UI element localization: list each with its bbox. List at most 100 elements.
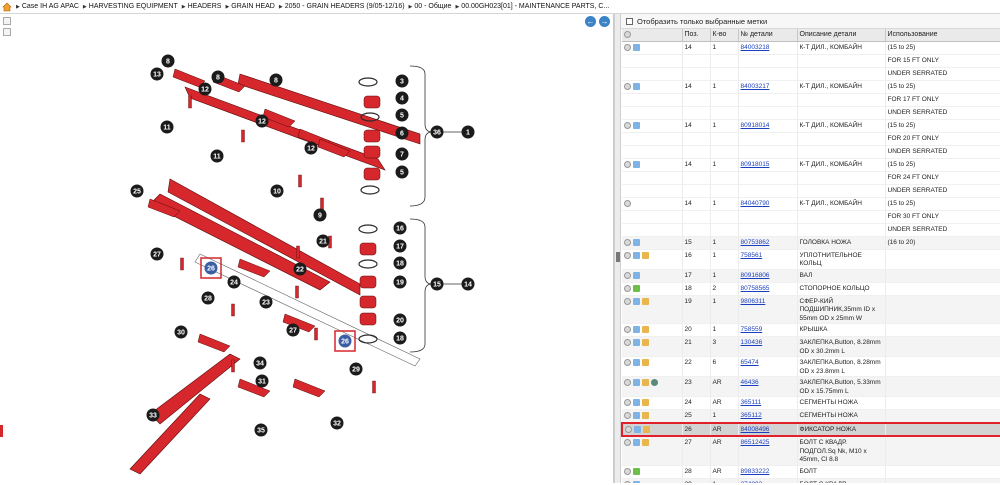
table-row[interactable]: 17 1 80916806 ВАЛ bbox=[622, 269, 1000, 283]
table-row[interactable]: 19 1 9806311 СФЕР-КИЙ ПОДШИПНИК,35mm ID x 5… bbox=[622, 295, 1000, 324]
add-all-icon[interactable] bbox=[624, 30, 631, 38]
table-row[interactable]: 21 3 130436 ЗАКЛЕПКА,Button, 8.28mm OD x 30… bbox=[622, 336, 1000, 357]
swap-icon[interactable] bbox=[633, 82, 640, 90]
callout-marker[interactable]: 5 bbox=[395, 165, 409, 179]
part-number-link[interactable]: 84008496 bbox=[741, 426, 770, 433]
box-icon[interactable] bbox=[642, 251, 649, 259]
breadcrumb-item[interactable]: 00 - Общие bbox=[409, 3, 451, 10]
callout-marker[interactable]: 11 bbox=[160, 120, 174, 134]
callout-marker[interactable]: 13 bbox=[150, 67, 164, 81]
table-row[interactable]: 14 1 84003217 К-Т ДИЛ., КОМБАЙН (15 to 25) bbox=[622, 80, 1000, 94]
plus-icon[interactable] bbox=[624, 271, 631, 279]
part-number-link[interactable]: 80753862 bbox=[741, 239, 770, 246]
callout-marker[interactable]: 18 bbox=[393, 331, 407, 345]
callout-marker[interactable]: 6 bbox=[395, 126, 409, 140]
callout-marker[interactable]: 9 bbox=[313, 208, 327, 222]
callout-marker[interactable]: 8 bbox=[269, 73, 283, 87]
cell-part[interactable]: 86512425 bbox=[738, 436, 798, 466]
plus-icon[interactable] bbox=[624, 326, 631, 333]
col-pos-header[interactable]: Поз. bbox=[682, 29, 711, 42]
callout-marker[interactable]: 1 bbox=[461, 125, 475, 139]
callout-marker[interactable]: 31 bbox=[255, 374, 269, 388]
swap-icon[interactable] bbox=[633, 399, 640, 406]
cell-part[interactable]: 365112 bbox=[738, 409, 798, 423]
part-number-link[interactable]: 758559 bbox=[741, 326, 763, 333]
back-arrow-icon[interactable]: ← bbox=[585, 16, 596, 27]
table-row[interactable]: 291374892БОЛТ С КВАДР. ПОДГОЛ.M10 bbox=[622, 478, 1000, 483]
box-icon[interactable] bbox=[642, 439, 649, 446]
callout-marker[interactable]: 26 bbox=[334, 330, 356, 352]
cell-part[interactable]: 84040790 bbox=[738, 197, 798, 211]
callout-marker[interactable]: 27 bbox=[150, 247, 164, 261]
part-number-link[interactable]: 9806311 bbox=[741, 298, 766, 305]
table-row[interactable]: 23 AR 46436 ЗАКЛЕПКА,Button, 5.33mm OD x 15… bbox=[622, 376, 1000, 397]
callout-marker[interactable]: 29 bbox=[349, 362, 363, 376]
cell-part[interactable]: 758559 bbox=[738, 323, 798, 337]
forward-arrow-icon[interactable]: → bbox=[599, 16, 610, 27]
callout-marker[interactable]: 15 bbox=[430, 277, 444, 291]
table-row[interactable]: 14 1 84003218 К-Т ДИЛ., КОМБАЙН (15 to 25) bbox=[622, 41, 1000, 55]
table-row[interactable]: 15 1 80753862 ГОЛОВКА НОЖА (16 to 20) bbox=[622, 236, 1000, 250]
plus-icon[interactable] bbox=[624, 284, 631, 292]
callout-marker[interactable]: 36 bbox=[430, 125, 444, 139]
part-number-link[interactable]: 84003217 bbox=[741, 83, 770, 90]
box-icon[interactable] bbox=[642, 326, 649, 333]
plus-icon[interactable] bbox=[624, 379, 631, 386]
cell-part[interactable]: 365111 bbox=[738, 396, 798, 410]
part-number-link[interactable]: 80916806 bbox=[741, 272, 770, 279]
callout-marker[interactable]: 7 bbox=[395, 147, 409, 161]
cell-part[interactable]: 84003217 bbox=[738, 80, 798, 94]
cell-part[interactable]: 84003218 bbox=[738, 41, 798, 55]
plus-icon[interactable] bbox=[624, 412, 631, 419]
cell-part[interactable]: 46436 bbox=[738, 376, 798, 397]
callout-marker[interactable]: 21 bbox=[316, 234, 330, 248]
cell-part[interactable]: 80753862 bbox=[738, 236, 798, 250]
exploded-diagram-pane[interactable]: ← → 1 3 4 5 6 7 5 8 8 8 10 11 11 12 12 12 13 14 15 16 17 18 19… bbox=[0, 14, 614, 483]
part-number-link[interactable]: 758561 bbox=[741, 252, 763, 259]
callout-marker[interactable]: 23 bbox=[259, 295, 273, 309]
callout-marker[interactable]: 16 bbox=[393, 221, 407, 235]
callout-marker[interactable]: 5 bbox=[395, 108, 409, 122]
plus-icon[interactable] bbox=[624, 238, 631, 246]
table-row[interactable]: 24 AR 365111 СЕГМЕНТЫ НОЖА bbox=[622, 396, 1000, 410]
callout-marker[interactable]: 17 bbox=[393, 239, 407, 253]
plus-icon[interactable] bbox=[624, 339, 631, 346]
breadcrumb-item[interactable]: HEADERS bbox=[182, 3, 222, 10]
cell-part[interactable]: 130436 bbox=[738, 336, 798, 357]
swap-icon[interactable] bbox=[633, 43, 640, 51]
col-part-header[interactable]: № детали bbox=[738, 29, 798, 42]
plus-icon[interactable] bbox=[624, 467, 631, 475]
swap-icon[interactable] bbox=[633, 339, 640, 346]
part-number-link[interactable]: 89833222 bbox=[741, 468, 770, 475]
part-number-link[interactable]: 130436 bbox=[741, 339, 763, 346]
home-icon[interactable] bbox=[2, 2, 12, 12]
plus-icon[interactable] bbox=[624, 82, 631, 90]
plus-icon[interactable] bbox=[624, 121, 631, 129]
part-number-link[interactable]: 84003218 bbox=[741, 44, 770, 51]
box-icon[interactable] bbox=[642, 339, 649, 346]
box-icon[interactable] bbox=[642, 412, 649, 419]
table-row[interactable]: 27 AR 86512425 БОЛТ С КВАДР. ПОДГОЛ.Sq Nk, … bbox=[622, 436, 1000, 466]
part-number-link[interactable]: 80918015 bbox=[741, 161, 770, 168]
print-icon[interactable] bbox=[3, 28, 11, 36]
arrow-icon[interactable] bbox=[633, 284, 640, 292]
swap-icon[interactable] bbox=[633, 251, 640, 259]
part-number-link[interactable]: 46436 bbox=[741, 379, 759, 386]
cell-part[interactable]: 758561 bbox=[738, 249, 798, 270]
callout-marker[interactable]: 33 bbox=[146, 408, 160, 422]
zoom-fit-icon[interactable] bbox=[3, 17, 11, 25]
table-row[interactable]: 14 1 80918015 К-Т ДИЛ., КОМБАЙН (15 to 25) bbox=[622, 158, 1000, 172]
box-icon[interactable] bbox=[643, 425, 650, 433]
part-number-link[interactable]: 80918014 bbox=[741, 122, 770, 129]
table-row[interactable]: 28 AR 89833222 БОЛТ bbox=[622, 465, 1000, 479]
plus-icon[interactable] bbox=[624, 297, 631, 305]
breadcrumb-item[interactable]: 2050 - GRAIN HEADERS (9/05-12/16) bbox=[279, 3, 405, 10]
callout-marker[interactable]: 26 bbox=[200, 257, 222, 279]
part-number-link[interactable]: 84040790 bbox=[741, 200, 770, 207]
part-number-link[interactable]: 80758565 bbox=[741, 285, 770, 292]
callout-marker[interactable]: 30 bbox=[174, 325, 188, 339]
cell-part[interactable]: 65474 bbox=[738, 356, 798, 377]
breadcrumb-item[interactable]: HARVESTING EQUIPMENT bbox=[83, 3, 178, 10]
swap-icon[interactable] bbox=[633, 121, 640, 129]
table-row[interactable]: 25 1 365112 СЕГМЕНТЫ НОЖА bbox=[622, 409, 1000, 423]
